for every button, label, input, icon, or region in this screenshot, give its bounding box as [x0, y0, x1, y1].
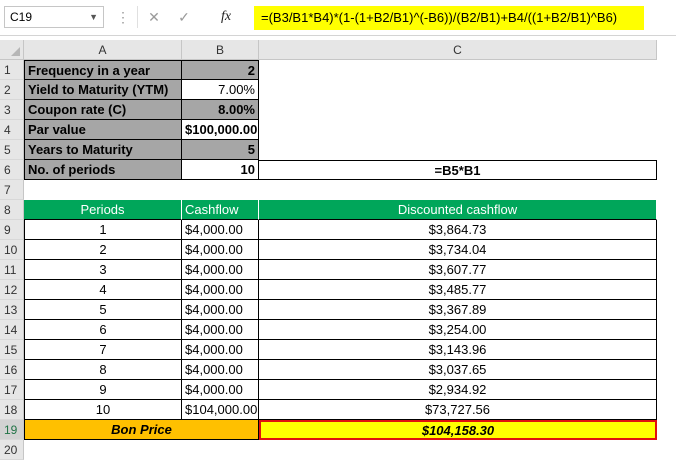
name-box-value: C19: [10, 10, 33, 24]
discounted-cell[interactable]: $3,143.96: [259, 340, 657, 360]
row-header[interactable]: 1: [0, 60, 24, 80]
discounted-cell[interactable]: $73,727.56: [259, 400, 657, 420]
input-value-years[interactable]: 5: [182, 140, 259, 160]
bond-price-label[interactable]: Bon Price: [24, 420, 259, 440]
row-header[interactable]: 5: [0, 140, 24, 160]
formula-bar: C19 ▼ ⋮ ✕ ✓ fx =(B3/B1*B4)*(1-(1+B2/B1)^…: [0, 0, 676, 36]
discounted-cell[interactable]: $3,864.73: [259, 220, 657, 240]
row-header[interactable]: 10: [0, 240, 24, 260]
bond-price-result[interactable]: $104,158.30: [259, 420, 657, 440]
row-header[interactable]: 6: [0, 160, 24, 180]
discounted-cell[interactable]: $3,254.00: [259, 320, 657, 340]
cashflow-cell[interactable]: $104,000.00: [182, 400, 259, 420]
input-label-periods[interactable]: No. of periods: [24, 160, 182, 180]
input-label-frequency[interactable]: Frequency in a year: [24, 60, 182, 80]
cashflow-cell[interactable]: $4,000.00: [182, 300, 259, 320]
column-header-a[interactable]: A: [24, 40, 182, 60]
period-cell[interactable]: 4: [24, 280, 182, 300]
select-all-button[interactable]: [0, 40, 24, 60]
input-value-periods[interactable]: 10: [182, 160, 259, 180]
column-header-c[interactable]: C: [259, 40, 657, 60]
row-header[interactable]: 14: [0, 320, 24, 340]
cashflow-cell[interactable]: $4,000.00: [182, 220, 259, 240]
period-cell[interactable]: 8: [24, 360, 182, 380]
input-label-coupon-rate[interactable]: Coupon rate (C): [24, 100, 182, 120]
row-header[interactable]: 2: [0, 80, 24, 100]
period-cell[interactable]: 10: [24, 400, 182, 420]
name-box[interactable]: C19 ▼: [4, 6, 104, 28]
table-header-discounted[interactable]: Discounted cashflow: [259, 200, 657, 220]
row-header[interactable]: 3: [0, 100, 24, 120]
input-value-ytm[interactable]: 7.00%: [182, 80, 259, 100]
cashflow-cell[interactable]: $4,000.00: [182, 380, 259, 400]
discounted-cell[interactable]: $3,367.89: [259, 300, 657, 320]
row-header[interactable]: 12: [0, 280, 24, 300]
discounted-cell[interactable]: $3,037.65: [259, 360, 657, 380]
table-header-cashflow[interactable]: Cashflow: [182, 200, 259, 220]
insert-function-icon[interactable]: fx: [213, 6, 239, 28]
discounted-cell[interactable]: $3,607.77: [259, 260, 657, 280]
cashflow-cell[interactable]: $4,000.00: [182, 280, 259, 300]
row-header[interactable]: 15: [0, 340, 24, 360]
row-header-selected[interactable]: 19: [0, 420, 24, 440]
row-header[interactable]: 8: [0, 200, 24, 220]
discounted-cell[interactable]: $3,485.77: [259, 280, 657, 300]
input-label-ytm[interactable]: Yield to Maturity (YTM): [24, 80, 182, 100]
check-icon[interactable]: ✓: [171, 6, 197, 28]
period-cell[interactable]: 3: [24, 260, 182, 280]
input-value-coupon-rate[interactable]: 8.00%: [182, 100, 259, 120]
input-label-par-value[interactable]: Par value: [24, 120, 182, 140]
row-header[interactable]: 4: [0, 120, 24, 140]
select-all-icon: [11, 47, 20, 56]
row-header[interactable]: 18: [0, 400, 24, 420]
column-header-b[interactable]: B: [182, 40, 259, 60]
discounted-cell[interactable]: $2,934.92: [259, 380, 657, 400]
row-header[interactable]: 11: [0, 260, 24, 280]
period-cell[interactable]: 7: [24, 340, 182, 360]
formula-input[interactable]: =(B3/B1*B4)*(1-(1+B2/B1)^(-B6))/(B2/B1)+…: [254, 6, 644, 30]
periods-formula-note[interactable]: =B5*B1: [259, 160, 657, 180]
divider: [137, 6, 138, 28]
row-header[interactable]: 20: [0, 440, 24, 460]
table-header-periods[interactable]: Periods: [24, 200, 182, 220]
row-header[interactable]: 7: [0, 180, 24, 200]
cashflow-cell[interactable]: $4,000.00: [182, 360, 259, 380]
row-header[interactable]: 13: [0, 300, 24, 320]
period-cell[interactable]: 2: [24, 240, 182, 260]
cashflow-cell[interactable]: $4,000.00: [182, 320, 259, 340]
row-header[interactable]: 9: [0, 220, 24, 240]
cashflow-cell[interactable]: $4,000.00: [182, 340, 259, 360]
cashflow-cell[interactable]: $4,000.00: [182, 260, 259, 280]
cashflow-cell[interactable]: $4,000.00: [182, 240, 259, 260]
input-value-frequency[interactable]: 2: [182, 60, 259, 80]
row-header[interactable]: 16: [0, 360, 24, 380]
period-cell[interactable]: 6: [24, 320, 182, 340]
input-label-years[interactable]: Years to Maturity: [24, 140, 182, 160]
cancel-icon[interactable]: ✕: [141, 6, 167, 28]
chevron-down-icon[interactable]: ▼: [89, 7, 98, 27]
input-value-par-value[interactable]: $100,000.00: [182, 120, 259, 140]
more-options-icon[interactable]: ⋮: [116, 6, 130, 28]
row-header[interactable]: 17: [0, 380, 24, 400]
discounted-cell[interactable]: $3,734.04: [259, 240, 657, 260]
period-cell[interactable]: 9: [24, 380, 182, 400]
period-cell[interactable]: 5: [24, 300, 182, 320]
period-cell[interactable]: 1: [24, 220, 182, 240]
